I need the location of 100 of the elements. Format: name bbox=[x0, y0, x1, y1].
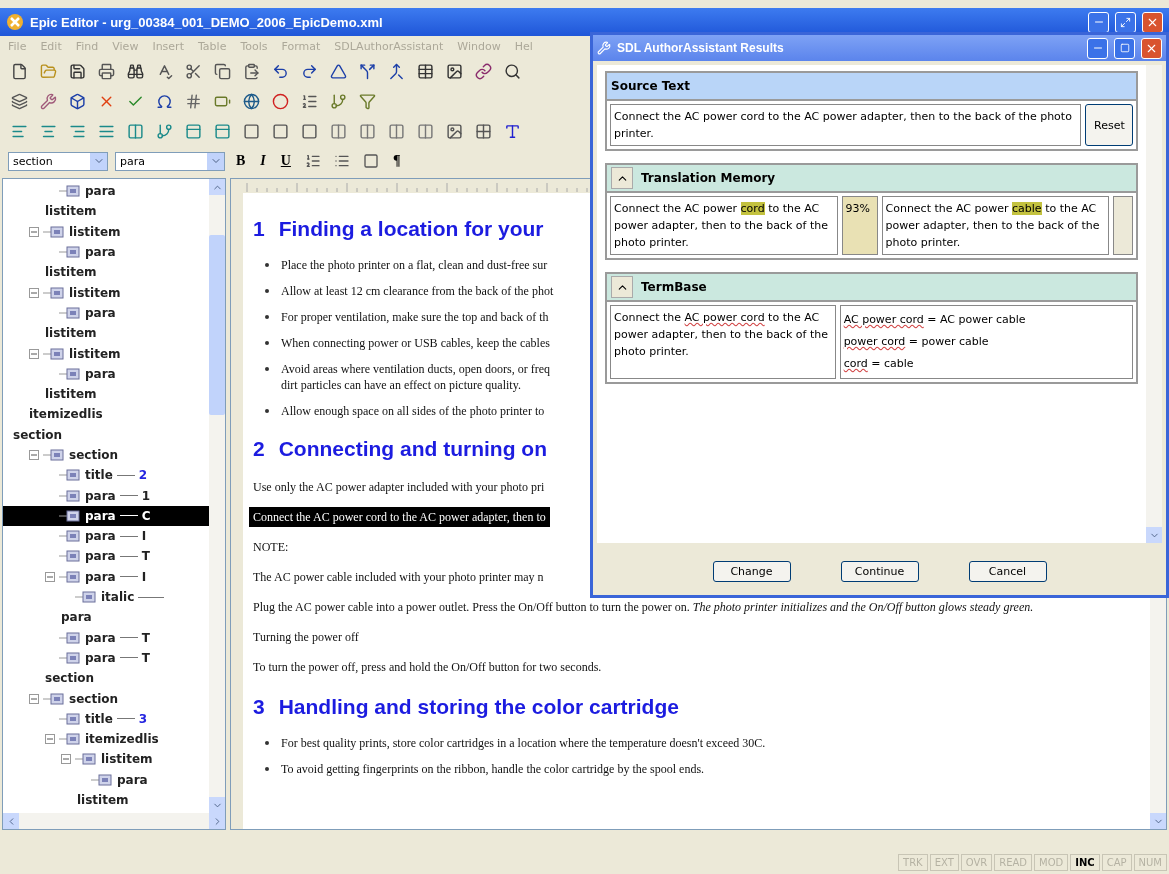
element-label: listitem bbox=[69, 346, 121, 361]
tree-row[interactable]: title 3 bbox=[3, 708, 209, 729]
reset-button[interactable]: Reset bbox=[1085, 104, 1133, 146]
tree-row[interactable]: para I bbox=[3, 526, 209, 547]
horizontal-scrollbar[interactable] bbox=[3, 813, 225, 829]
element-preview: T bbox=[141, 549, 150, 564]
paragraph: The AC power cable included with your photo printer may n bbox=[252, 569, 545, 586]
term: power cord bbox=[843, 335, 906, 348]
tree-row[interactable]: listitem bbox=[3, 282, 209, 303]
end-tag-label: section bbox=[45, 671, 95, 686]
heading: Connecting and turning on bbox=[278, 437, 547, 461]
bold-button[interactable]: B bbox=[232, 153, 250, 169]
collapse-icon[interactable] bbox=[29, 348, 39, 359]
element-label: para bbox=[85, 245, 116, 260]
minimize-button[interactable] bbox=[1087, 37, 1108, 59]
pilcrow-button[interactable]: ¶ bbox=[388, 153, 405, 169]
collapse-icon[interactable] bbox=[29, 450, 39, 460]
element-preview: 1 bbox=[141, 488, 151, 503]
tree-row[interactable]: para bbox=[3, 769, 209, 790]
element-icon bbox=[43, 347, 65, 360]
element-label: title bbox=[85, 711, 113, 726]
element-label: para bbox=[85, 630, 116, 645]
tree-row[interactable]: title 2 bbox=[3, 465, 209, 486]
tree-row[interactable]: italic bbox=[3, 586, 209, 608]
collapse-icon[interactable] bbox=[29, 693, 39, 704]
collapse-icon[interactable] bbox=[61, 754, 71, 765]
tree-row[interactable]: section bbox=[3, 444, 209, 466]
tree-row[interactable]: listitem bbox=[3, 343, 209, 364]
tree-row[interactable]: para C bbox=[3, 505, 209, 527]
element-preview: 3 bbox=[138, 711, 148, 726]
bullet-text: Avoid areas where ventilation ducts, open doors, or freq bbox=[281, 361, 551, 377]
tree-row[interactable]: para 1 bbox=[3, 485, 209, 506]
tree-row[interactable]: section bbox=[3, 688, 209, 709]
bullet-icon bbox=[265, 767, 269, 771]
maximize-button[interactable] bbox=[1115, 11, 1136, 33]
element-icon bbox=[59, 306, 81, 319]
element-icon bbox=[75, 591, 97, 604]
tree-row[interactable]: para T bbox=[3, 627, 209, 648]
match-score: 93% bbox=[841, 196, 878, 255]
dialog-button[interactable]: Continue bbox=[840, 560, 919, 582]
tree-row[interactable]: para bbox=[3, 181, 209, 202]
collapse-icon[interactable] bbox=[29, 226, 39, 237]
element-label: listitem bbox=[69, 285, 121, 300]
term: AC power cord bbox=[843, 313, 924, 326]
wrench-icon bbox=[597, 41, 611, 55]
bullet-text: Place the photo printer on a flat, clean and dust-free sur bbox=[281, 257, 548, 273]
close-button[interactable] bbox=[1142, 11, 1163, 33]
tree-row[interactable]: listitem bbox=[3, 221, 209, 242]
element-icon bbox=[59, 367, 81, 380]
element-icon bbox=[91, 773, 113, 786]
element-label: para bbox=[85, 569, 116, 584]
tree-row[interactable]: itemizedlis bbox=[3, 729, 209, 750]
selected-paragraph: Connect the AC power cord to the AC power adapter, then to bbox=[249, 507, 550, 527]
collapse-icon[interactable] bbox=[45, 734, 55, 745]
scrollbar[interactable] bbox=[209, 179, 225, 813]
collapse-button[interactable] bbox=[611, 167, 633, 189]
tree-row[interactable]: para T bbox=[3, 546, 209, 567]
end-tag-label: listitem bbox=[45, 387, 97, 402]
element-select[interactable]: para bbox=[115, 151, 225, 171]
term-translation: power cable bbox=[921, 335, 989, 348]
tree-row[interactable]: para T bbox=[3, 647, 209, 669]
tree-row[interactable]: para bbox=[3, 363, 209, 384]
maximize-button[interactable] bbox=[1114, 37, 1135, 59]
collapse-icon[interactable] bbox=[29, 287, 39, 298]
element-icon bbox=[59, 651, 81, 664]
tree-row[interactable]: para I bbox=[3, 566, 209, 587]
term: cord bbox=[843, 357, 868, 370]
bullet-text: Allow enough space on all sides of the photo printer to bbox=[281, 403, 545, 419]
element-icon bbox=[59, 550, 81, 563]
heading: Finding a location for your bbox=[278, 217, 544, 241]
equals-sign: = bbox=[871, 357, 881, 370]
collapse-button[interactable] bbox=[611, 276, 633, 298]
element-preview: T bbox=[141, 650, 150, 665]
tree-row[interactable]: para bbox=[3, 302, 209, 324]
end-tag-label: para bbox=[61, 610, 92, 625]
dialog-button[interactable]: Cancel bbox=[968, 560, 1047, 582]
close-button[interactable] bbox=[1141, 37, 1162, 59]
bullet-icon bbox=[265, 289, 269, 293]
underline-button[interactable]: U bbox=[276, 153, 295, 169]
section-title: TermBase bbox=[641, 280, 707, 294]
bullet-text: For proper ventilation, make sure the top and back of th bbox=[281, 309, 549, 325]
source-text-field[interactable]: Connect the AC power cord to the AC power adapter, then to the back of the photo printer. bbox=[610, 104, 1081, 146]
tree-row[interactable]: listitem bbox=[3, 749, 209, 770]
collapse-icon[interactable] bbox=[45, 571, 55, 582]
bullet-text: For best quality prints, store color cartridges in a location where the temperature doesn't exceed 30C. bbox=[281, 735, 766, 751]
context-select[interactable]: section bbox=[8, 151, 108, 171]
term-translation: cable bbox=[883, 357, 914, 370]
heading: Handling and storing the color cartridge bbox=[278, 695, 679, 719]
scrollbar[interactable] bbox=[1113, 196, 1133, 255]
end-tag-label: listitem bbox=[45, 326, 97, 341]
scrollbar[interactable] bbox=[1146, 65, 1162, 543]
dialog-button[interactable]: Change bbox=[712, 560, 791, 582]
bullet-text: Allow at least 12 cm clearance from the back of the phot bbox=[281, 283, 554, 299]
tree-row[interactable]: para bbox=[3, 241, 209, 263]
italic-button[interactable]: I bbox=[256, 153, 270, 169]
bullet-icon bbox=[265, 263, 269, 267]
paragraph: Use only the AC power adapter included with your photo pri bbox=[252, 479, 546, 496]
minimize-button[interactable] bbox=[1088, 11, 1109, 33]
heading-number: 2 bbox=[253, 437, 265, 461]
element-label: listitem bbox=[69, 224, 121, 239]
